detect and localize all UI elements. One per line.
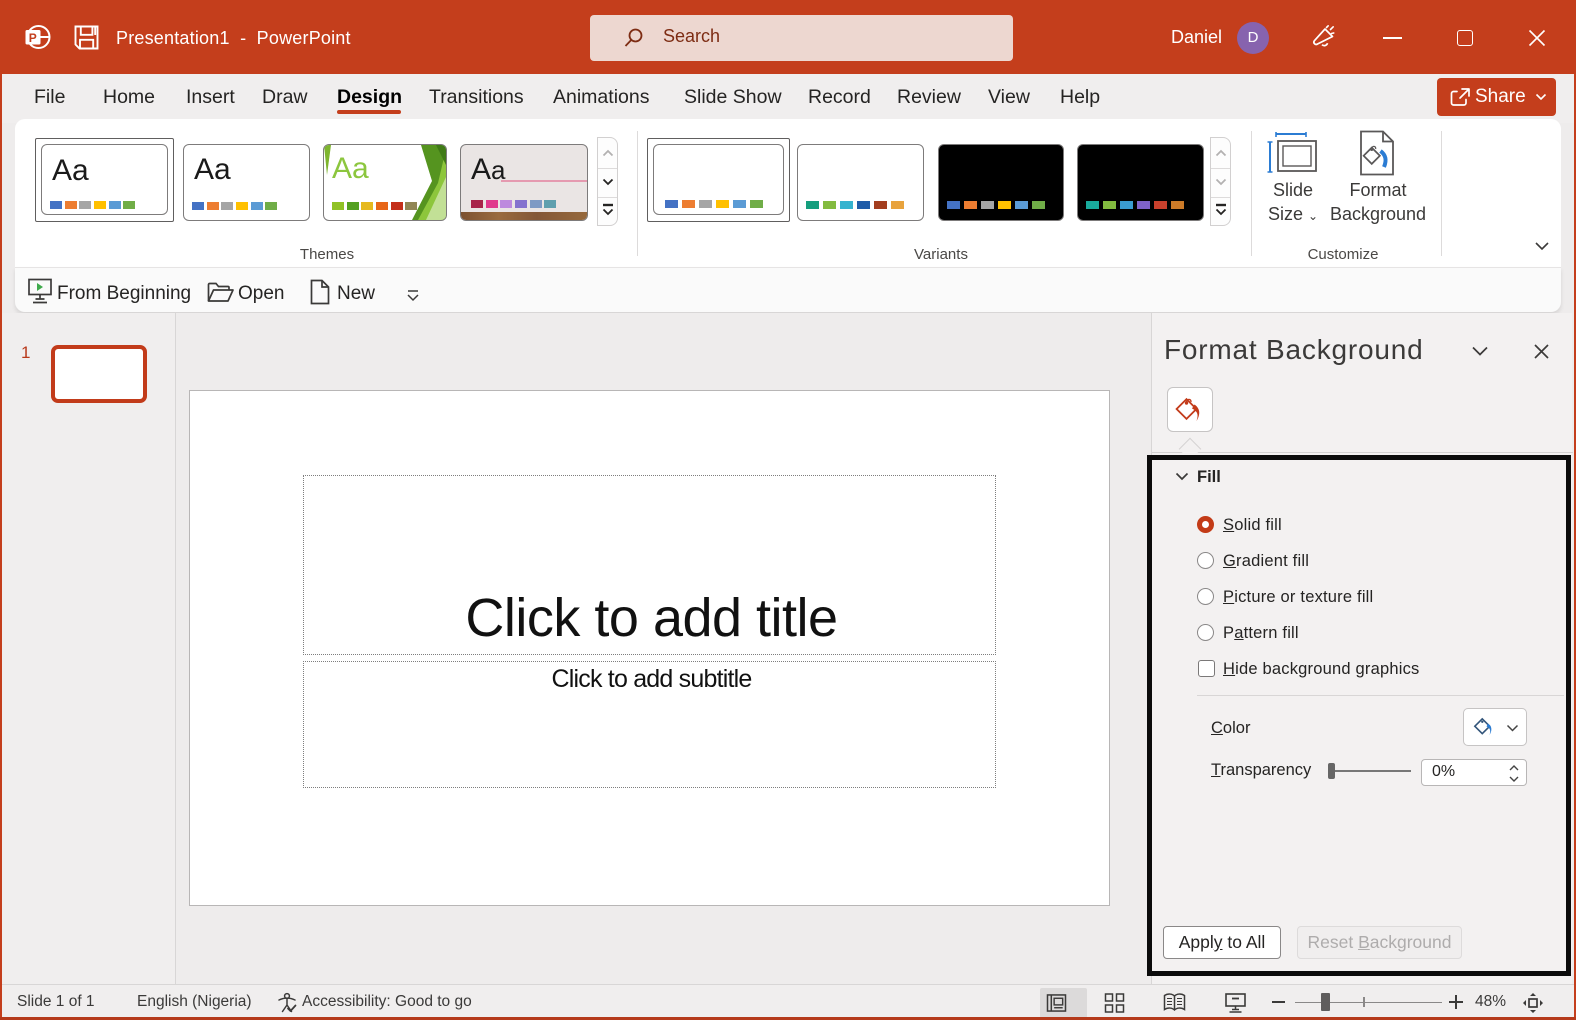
svg-text:P: P <box>29 31 37 45</box>
